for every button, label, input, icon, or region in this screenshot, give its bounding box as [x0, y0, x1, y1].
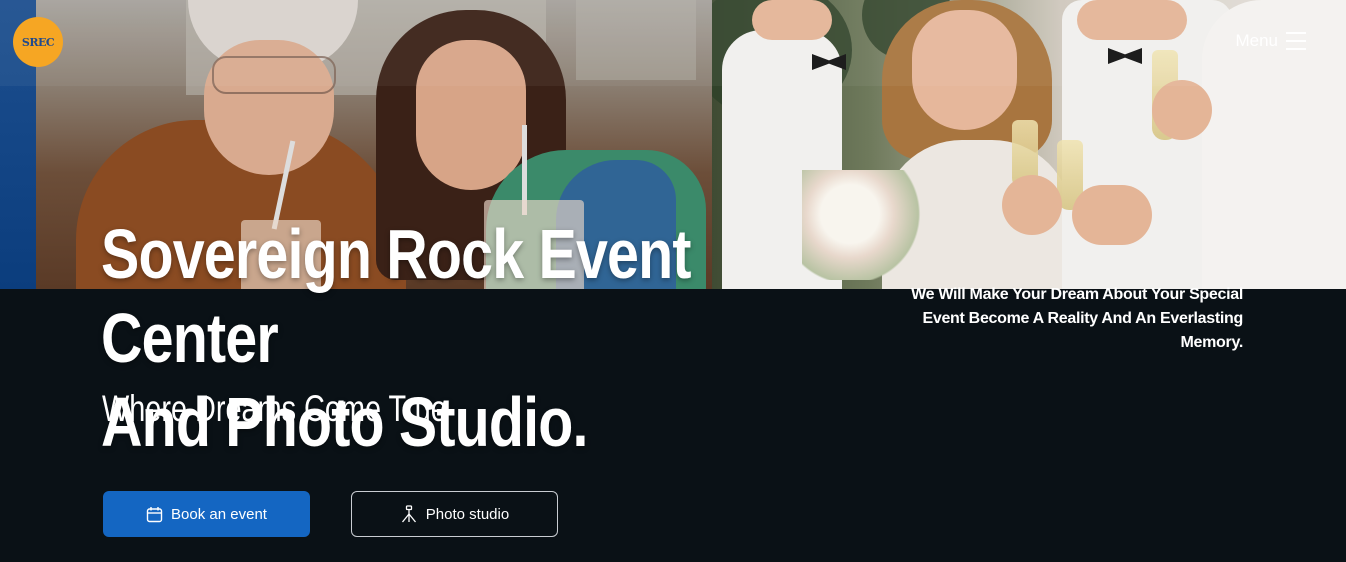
hamburger-icon [1286, 32, 1306, 50]
logo-text: SREC [21, 35, 55, 49]
photo-studio-button[interactable]: Photo studio [351, 491, 558, 537]
book-event-button[interactable]: Book an event [103, 491, 310, 537]
page-title-line-1: Sovereign Rock Event Center [101, 215, 692, 377]
menu-label: Menu [1235, 31, 1278, 50]
menu-button[interactable]: Menu [1235, 31, 1306, 51]
hero-description: We Will Make Your Dream About Your Speci… [911, 286, 1243, 351]
tagline: Where Dreams Come True [102, 388, 447, 429]
calendar-icon [146, 506, 163, 523]
book-event-label: Book an event [171, 505, 267, 523]
photo-studio-label: Photo studio [425, 505, 510, 523]
logo[interactable]: SREC [13, 17, 63, 67]
tripod-icon [400, 505, 418, 523]
header-overlay [0, 0, 1346, 86]
